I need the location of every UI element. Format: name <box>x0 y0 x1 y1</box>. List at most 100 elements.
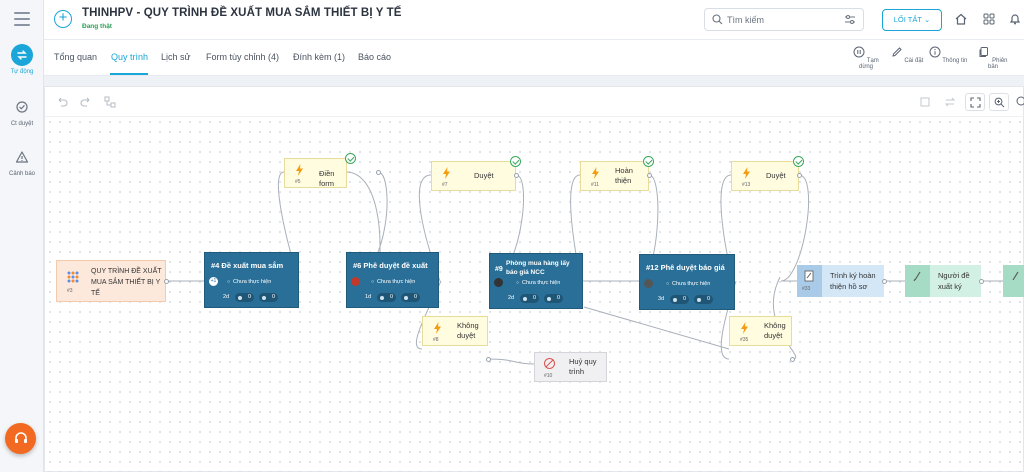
connector-port[interactable] <box>790 357 795 362</box>
tab-report[interactable]: Báo cáo <box>358 52 391 62</box>
connector-port[interactable] <box>797 173 802 178</box>
cancel-process-node[interactable]: #10 Huỷ quy trình <box>534 352 607 382</box>
tab-history[interactable]: Lịch sử <box>161 52 191 62</box>
trigger-node-5[interactable]: #5 Điền form <box>284 153 356 188</box>
undo-icon[interactable] <box>55 95 69 109</box>
version-button[interactable]: Phiên bản <box>973 46 1013 70</box>
sign-node-icon-area <box>1003 265 1024 297</box>
node-label: Duyệt <box>766 171 786 180</box>
attachment-count: 0 <box>235 293 254 302</box>
chat-support-button[interactable] <box>5 423 36 454</box>
sidebar-item-label: Tự động <box>10 69 34 75</box>
fit-view-icon[interactable] <box>918 95 932 109</box>
left-sidebar: Tự động Ct duyệt Cảnh báo <box>0 0 44 472</box>
node-label: Điền form <box>319 169 335 188</box>
headset-icon <box>14 431 27 443</box>
toolbar-label: Thông tin <box>942 58 968 64</box>
pause-icon <box>853 46 865 58</box>
node-id: #33 <box>802 286 811 292</box>
node-id: #13 <box>742 182 751 188</box>
tab-custom-form[interactable]: Form tùy chỉnh (4) <box>206 52 279 62</box>
connector-port[interactable] <box>882 279 887 284</box>
sidebar-item-auto[interactable]: Tự động <box>0 44 44 75</box>
active-tab-indicator <box>110 73 148 75</box>
comment-count: 0 <box>694 295 713 304</box>
fullscreen-button[interactable] <box>965 93 985 111</box>
task-title: #12 Phê duyệt báo giá <box>646 263 725 272</box>
task-status: Chưa thực hiện <box>371 279 415 285</box>
canvas-toolbar <box>45 87 1024 117</box>
trigger-node-11[interactable]: #11 Hoàn thiện <box>580 156 654 191</box>
sign-node-proposer[interactable]: Người đề xuất ký <box>905 265 981 297</box>
pen-icon <box>891 47 902 57</box>
node-label: QUY TRÌNH ĐỀ XUẤT MUA SẮM THIẾT BỊ Y TẾ <box>91 268 162 297</box>
task-node-9[interactable]: #9 Phòng mua hàng lấy báo giá NCC Chưa t… <box>489 253 583 309</box>
menu-icon[interactable] <box>14 12 30 26</box>
connector-port[interactable] <box>164 279 169 284</box>
swap-icon[interactable] <box>943 95 957 109</box>
zoom-out-icon[interactable] <box>1015 95 1024 109</box>
zoom-in-button[interactable] <box>989 93 1009 111</box>
node-label: Trình ký hoàn thiện hồ sơ <box>830 271 876 291</box>
trigger-node-8[interactable]: #8 Không duyệt <box>422 316 488 346</box>
expand-icon <box>969 96 981 108</box>
node-label: Người đề xuất ký <box>938 271 970 291</box>
workflow-icon <box>67 271 79 283</box>
sidebar-item-label: Cảnh báo <box>8 171 36 177</box>
task-duration: 2d <box>508 295 515 301</box>
task-node-4[interactable]: #4 Đề xuất mua sắm +1 Chưa thực hiện 2d … <box>204 252 299 308</box>
avatar <box>494 278 503 287</box>
sign-node-next[interactable] <box>1003 265 1024 297</box>
toolbar-label: Phiên bản <box>987 58 1008 70</box>
connector-port[interactable] <box>514 173 519 178</box>
settings-button[interactable]: Cài đặt <box>887 46 927 64</box>
lightning-icon <box>296 164 303 176</box>
filter-icon[interactable] <box>844 14 856 25</box>
node-label: Không duyệt <box>457 321 479 340</box>
done-check-icon <box>643 156 654 167</box>
connector-port[interactable] <box>486 357 491 362</box>
task-status: Chưa thực hiện <box>227 279 271 285</box>
workflow-canvas[interactable]: #3 QUY TRÌNH ĐỀ XUẤT MUA SẮM THIẾT BỊ Y … <box>44 86 1024 472</box>
add-button[interactable]: + <box>54 10 72 28</box>
home-icon[interactable] <box>954 12 968 26</box>
tab-overview[interactable]: Tổng quan <box>54 52 97 62</box>
redo-icon[interactable] <box>79 95 93 109</box>
sidebar-item-warning[interactable]: Cảnh báo <box>0 146 44 177</box>
lightning-icon <box>434 322 441 334</box>
shortcut-button[interactable]: LỐI TẮT ⌄ <box>882 9 942 31</box>
ban-icon <box>544 358 555 369</box>
bell-icon[interactable] <box>1008 12 1022 26</box>
sign-node-33[interactable]: #33 Trình ký hoàn thiện hồ sơ <box>797 265 884 297</box>
comment-count: 0 <box>401 293 420 302</box>
trigger-node-7[interactable]: #7 Duyệt <box>431 156 521 191</box>
task-status: Chưa thực hiện <box>516 280 560 286</box>
comment-count: 0 <box>259 293 278 302</box>
copy-icon <box>979 47 989 57</box>
sign-node-icon-area: #33 <box>797 265 822 297</box>
sidebar-item-approval[interactable]: Ct duyệt <box>0 96 44 127</box>
task-title: Phòng mua hàng lấy báo giá NCC <box>506 260 570 276</box>
task-node-6[interactable]: #6 Phê duyệt đề xuất Chưa thực hiện 1d 0… <box>346 252 439 308</box>
tab-workflow[interactable]: Quy trình <box>111 52 148 62</box>
tab-attachments[interactable]: Đính kèm (1) <box>293 52 345 62</box>
auto-layout-icon[interactable] <box>103 95 117 109</box>
attachment-count: 0 <box>520 294 539 303</box>
search-icon <box>712 14 723 25</box>
task-node-12[interactable]: #12 Phê duyệt báo giá Chưa thực hiện 3d … <box>639 254 735 310</box>
connector-port[interactable] <box>979 279 984 284</box>
search-input[interactable]: Tìm kiếm <box>704 8 864 31</box>
trigger-node-35[interactable]: #35 Không duyệt <box>729 316 792 346</box>
trigger-node-13[interactable]: #13 Duyệt <box>731 156 804 191</box>
task-status: Chưa thực hiện <box>666 281 710 287</box>
attachment-count: 0 <box>377 293 396 302</box>
node-id: #35 <box>740 337 749 343</box>
info-button[interactable]: Thông tin <box>928 46 968 64</box>
connector-port[interactable] <box>376 170 381 175</box>
apps-grid-icon[interactable] <box>982 12 996 26</box>
pause-button[interactable]: Tạm dừng <box>846 46 886 70</box>
lightning-icon <box>741 322 748 334</box>
connector-port[interactable] <box>647 173 652 178</box>
flow-grid: #3 QUY TRÌNH ĐỀ XUẤT MUA SẮM THIẾT BỊ Y … <box>45 117 1024 472</box>
start-node[interactable]: #3 QUY TRÌNH ĐỀ XUẤT MUA SẮM THIẾT BỊ Y … <box>56 260 166 302</box>
